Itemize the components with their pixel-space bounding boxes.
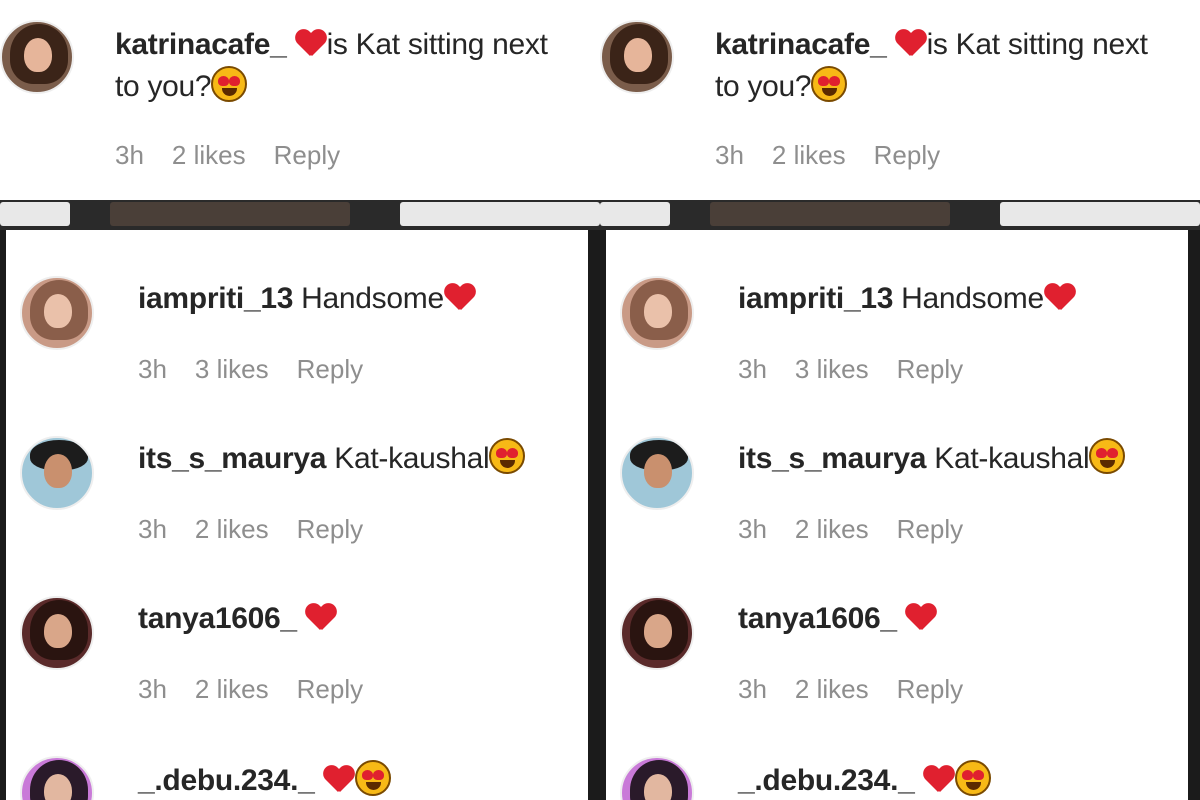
avatar-debu234[interactable] (620, 756, 694, 800)
comment-body: Handsome (901, 282, 1044, 315)
comment-likes[interactable]: 2 likes (172, 140, 246, 171)
comment-username[interactable]: iampriti_13 (738, 282, 893, 315)
comment-text: katrinacafe_ is Kat sitting next to you? (115, 24, 595, 108)
comment-body: is Kat sitting next (926, 28, 1148, 61)
avatar-its-s-maurya[interactable] (20, 436, 94, 510)
comment-username[interactable]: _.debu.234._ (138, 764, 315, 797)
comment-time: 3h (138, 514, 167, 544)
heart-eyes-emoji-icon (811, 66, 848, 102)
red-heart-icon (905, 602, 937, 632)
comment-text: _.debu.234._ (738, 760, 991, 800)
comment-username[interactable]: its_s_maurya (138, 442, 327, 475)
avatar-iampriti[interactable] (620, 276, 694, 350)
comment-text: iampriti_13 Handsome (138, 278, 476, 320)
comment-meta: 3h 2 likes Reply (138, 514, 363, 545)
comment-body: Kat-kaushal (934, 442, 1090, 475)
comment-username[interactable]: katrinacafe_ (715, 28, 887, 61)
comment-text: iampriti_13 Handsome (738, 278, 1076, 320)
comments-card: iampriti_13 Handsome 3h 3 likes Reply it… (6, 230, 588, 800)
comment-body-2: to you? (715, 70, 812, 103)
comment-meta: 3h 2 likes Reply (738, 514, 963, 545)
comment-likes[interactable]: 2 likes (795, 514, 869, 545)
comment-meta: 3h 2 likes Reply (715, 140, 940, 171)
reply-button[interactable]: Reply (297, 674, 363, 705)
avatar-tanya1606[interactable] (620, 596, 694, 670)
comment-text: _.debu.234._ (138, 760, 391, 800)
avatar-katrinacafe[interactable] (600, 20, 674, 94)
comment-username[interactable]: _.debu.234._ (738, 764, 915, 797)
comment-likes[interactable]: 2 likes (195, 674, 269, 705)
screenshot-left: katrinacafe_ is Kat sitting next to you?… (0, 0, 600, 800)
red-heart-icon (295, 28, 327, 58)
comment-text: tanya1606_ (738, 598, 937, 640)
comment-meta: 3h 3 likes Reply (738, 354, 963, 385)
red-heart-icon (305, 602, 337, 632)
comment-text: tanya1606_ (138, 598, 337, 640)
comment-time: 3h (138, 354, 167, 384)
red-heart-icon (923, 764, 955, 794)
comment-username[interactable]: katrinacafe_ (115, 28, 287, 61)
reply-button[interactable]: Reply (297, 514, 363, 545)
top-comment-card: katrinacafe_ is Kat sitting next to you?… (600, 0, 1200, 200)
comment-text: katrinacafe_ is Kat sitting next to you? (715, 24, 1195, 108)
comment-likes[interactable]: 3 likes (195, 354, 269, 385)
comment-meta: 3h 2 likes Reply (738, 674, 963, 705)
comment-username[interactable]: its_s_maurya (738, 442, 927, 475)
reply-button[interactable]: Reply (274, 140, 340, 171)
comment-time: 3h (738, 674, 767, 704)
reply-button[interactable]: Reply (297, 354, 363, 385)
heart-eyes-emoji-icon (354, 760, 391, 796)
comment-username[interactable]: iampriti_13 (138, 282, 293, 315)
reply-button[interactable]: Reply (897, 514, 963, 545)
comment-body: Kat-kaushal (334, 442, 490, 475)
comment-time: 3h (738, 514, 767, 544)
comment-body: Handsome (301, 282, 444, 315)
comment-meta: 3h 2 likes Reply (115, 140, 340, 171)
comment-likes[interactable]: 3 likes (795, 354, 869, 385)
comment-meta: 3h 3 likes Reply (138, 354, 363, 385)
reply-button[interactable]: Reply (897, 354, 963, 385)
reply-button[interactable]: Reply (897, 674, 963, 705)
red-heart-icon (1044, 282, 1076, 312)
comment-username[interactable]: tanya1606_ (738, 602, 897, 635)
background-strip (0, 200, 600, 230)
heart-eyes-emoji-icon (489, 438, 526, 474)
top-comment-card: katrinacafe_ is Kat sitting next to you?… (0, 0, 600, 200)
reply-button[interactable]: Reply (874, 140, 940, 171)
heart-eyes-emoji-icon (954, 760, 991, 796)
comment-body-2: to you? (115, 70, 212, 103)
comment-username[interactable]: tanya1606_ (138, 602, 297, 635)
red-heart-icon (323, 764, 355, 794)
avatar-debu234[interactable] (20, 756, 94, 800)
avatar-tanya1606[interactable] (20, 596, 94, 670)
comment-likes[interactable]: 2 likes (795, 674, 869, 705)
comment-likes[interactable]: 2 likes (772, 140, 846, 171)
comment-time: 3h (138, 674, 167, 704)
red-heart-icon (444, 282, 476, 312)
avatar-katrinacafe[interactable] (0, 20, 74, 94)
comment-meta: 3h 2 likes Reply (138, 674, 363, 705)
screenshot-right: katrinacafe_ is Kat sitting next to you?… (600, 0, 1200, 800)
comment-text: its_s_maurya Kat-kaushal (138, 438, 526, 480)
background-strip (600, 200, 1200, 230)
comment-time: 3h (115, 140, 144, 170)
heart-eyes-emoji-icon (1089, 438, 1126, 474)
comments-card: iampriti_13 Handsome 3h 3 likes Reply it… (606, 230, 1188, 800)
comment-body: is Kat sitting next (326, 28, 548, 61)
avatar-iampriti[interactable] (20, 276, 94, 350)
red-heart-icon (895, 28, 927, 58)
heart-eyes-emoji-icon (211, 66, 248, 102)
avatar-its-s-maurya[interactable] (620, 436, 694, 510)
comment-likes[interactable]: 2 likes (195, 514, 269, 545)
comment-time: 3h (738, 354, 767, 384)
comment-text: its_s_maurya Kat-kaushal (738, 438, 1126, 480)
comment-time: 3h (715, 140, 744, 170)
